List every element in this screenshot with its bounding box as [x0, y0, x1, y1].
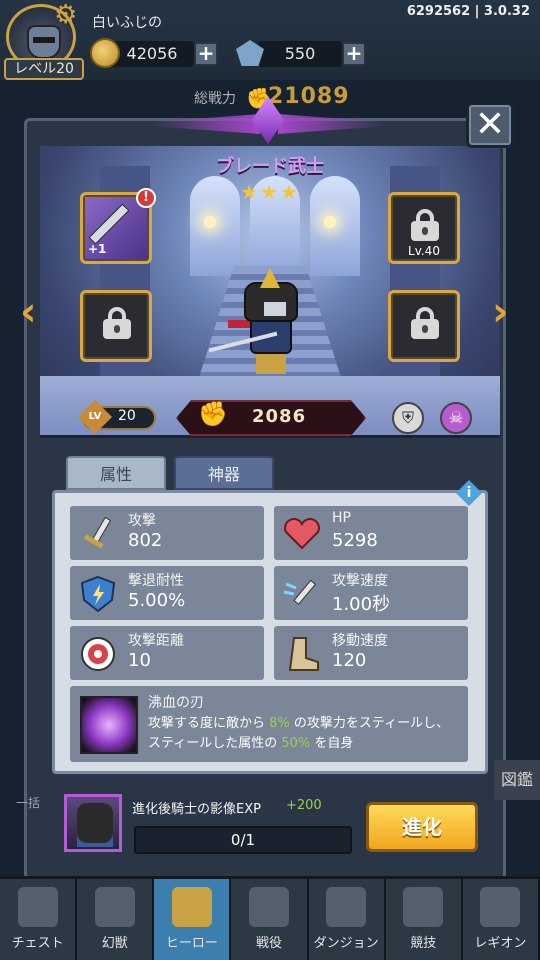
stat-attack-speed: 攻撃速度 1.00秒 [274, 566, 468, 620]
stat-value: 10 [128, 650, 151, 671]
nav-campaign[interactable]: 戦役 [231, 879, 309, 960]
nav-label: 幻獣 [101, 936, 128, 951]
evolve-bonus: +200 [286, 798, 322, 813]
stat-label: HP [332, 510, 351, 526]
egg-icon [94, 887, 135, 927]
shield-icon [80, 575, 116, 613]
hero-character[interactable] [222, 268, 318, 378]
total-power-label: 総戦力 [194, 91, 236, 107]
close-button[interactable]: ✕ [466, 102, 514, 148]
alert-badge: ! [136, 188, 156, 208]
nav-hero[interactable]: ヒーロー [154, 879, 232, 960]
heart-icon [284, 518, 320, 550]
stat-label: 攻撃 [128, 513, 156, 529]
locked-slot-bottom-right[interactable] [388, 290, 460, 362]
skill-icon[interactable] [80, 696, 138, 754]
nav-beast[interactable]: 幻獣 [77, 879, 155, 960]
version-label: 6292562 | 3.0.32 [406, 4, 530, 19]
side-left-label[interactable]: 一括 [0, 756, 48, 816]
nav-chest[interactable]: チェスト [0, 879, 78, 960]
locked-slot-bottom-left[interactable] [80, 290, 152, 362]
hero-legs [256, 354, 286, 374]
lamp [324, 216, 336, 228]
weapon-enhance-level: +1 [88, 242, 107, 256]
stat-hp: HP 5298 [274, 506, 468, 560]
boot-icon [288, 637, 319, 671]
gem-counter: 550 [258, 41, 342, 67]
nav-label: レギオン [474, 936, 527, 951]
stat-value: 5298 [332, 530, 378, 551]
stat-label: 移動速度 [332, 633, 388, 649]
hero-power-value: 2086 [252, 406, 307, 427]
stat-value: 1.00秒 [332, 594, 391, 615]
side-right-button[interactable]: 図鑑 [494, 760, 540, 800]
fast-sword-icon [283, 579, 317, 605]
skill-name: 沸血の刃 [148, 695, 204, 711]
hero-name: ブレード武士 [216, 156, 324, 177]
nav-dungeon[interactable]: ダンジョン [308, 879, 386, 960]
shield-icon[interactable]: ⛨ [392, 402, 424, 434]
add-gems-button[interactable]: + [342, 42, 366, 66]
gem-value: 550 [284, 44, 316, 63]
stat-knockback-resist: 撃退耐性 5.00% [70, 566, 264, 620]
tab-attributes[interactable]: 属性 [66, 456, 166, 490]
stat-label: 撃退耐性 [128, 573, 184, 589]
lock-icon [103, 307, 131, 339]
hero-level-value: 20 [118, 408, 136, 424]
bottom-nav: チェスト 幻獣 ヒーロー 戦役 ダンジョン 競技 レギオン [0, 876, 540, 960]
sword-icon [83, 516, 112, 549]
stat-value: 802 [128, 530, 163, 551]
nav-label: 競技 [410, 936, 437, 951]
lock-icon [411, 209, 439, 241]
nav-label: ヒーロー [165, 936, 218, 951]
skill-desc-text: 攻撃する度に敵から [148, 716, 266, 731]
nav-label: ダンジョン [313, 936, 379, 951]
slot-unlock-level: Lv.40 [408, 244, 440, 258]
player-name: 白いふじの [92, 15, 162, 31]
stat-attack: 攻撃 802 [70, 506, 264, 560]
trophy-icon [403, 887, 444, 927]
chest-icon [17, 887, 58, 927]
evolve-progress: 0/1 [134, 826, 352, 854]
gold-counter: 42056 [110, 41, 194, 67]
next-hero-arrow-icon[interactable]: › [492, 292, 516, 332]
add-gold-button[interactable]: + [194, 42, 218, 66]
gear-icon[interactable]: ⚙ [54, 2, 80, 28]
skill-desc-text: を自身 [314, 736, 354, 751]
map-icon [326, 887, 367, 927]
hero-icon [171, 887, 212, 927]
stat-label: 攻撃距離 [128, 633, 184, 649]
fist-icon: ✊ [198, 400, 228, 428]
tab-artifact[interactable]: 神器 [174, 456, 274, 490]
gold-value: 42056 [126, 44, 178, 63]
target-icon [81, 637, 115, 671]
nav-legion[interactable]: レギオン [462, 879, 540, 960]
lock-icon [411, 307, 439, 339]
nav-arena[interactable]: 競技 [385, 879, 463, 960]
skill-desc-highlight: 50% [281, 736, 311, 751]
player-level-badge: レベル20 [4, 58, 84, 80]
stat-value: 5.00% [128, 590, 186, 611]
total-power-value: 21089 [268, 84, 350, 109]
stat-value: 120 [332, 650, 367, 671]
crossed-swords-icon [248, 887, 289, 927]
lamp [204, 216, 216, 228]
legion-shield-icon [480, 887, 521, 927]
avatar-visor [33, 37, 55, 43]
skill-description: 攻撃する度に敵から 8% の攻撃力をスティールし、スティールした属性の 50% … [148, 714, 458, 754]
evolve-portrait [64, 794, 122, 852]
nav-label: チェスト [11, 936, 64, 951]
nav-label: 戦役 [255, 936, 282, 951]
coin-icon [90, 38, 120, 68]
previous-hero-arrow-icon[interactable]: ‹ [20, 292, 44, 332]
skill-desc-highlight: 8% [269, 716, 290, 731]
stat-move-speed: 移動速度 120 [274, 626, 468, 680]
evolve-text: 進化後騎士の影像EXP [132, 802, 261, 817]
stat-attack-range: 攻撃距離 10 [70, 626, 264, 680]
stat-label: 攻撃速度 [332, 573, 388, 589]
evolve-button[interactable]: 進化 [366, 802, 478, 852]
hero-helmet-crest [260, 268, 280, 288]
skull-icon[interactable]: ☠ [440, 402, 472, 434]
hero-face [264, 302, 286, 316]
